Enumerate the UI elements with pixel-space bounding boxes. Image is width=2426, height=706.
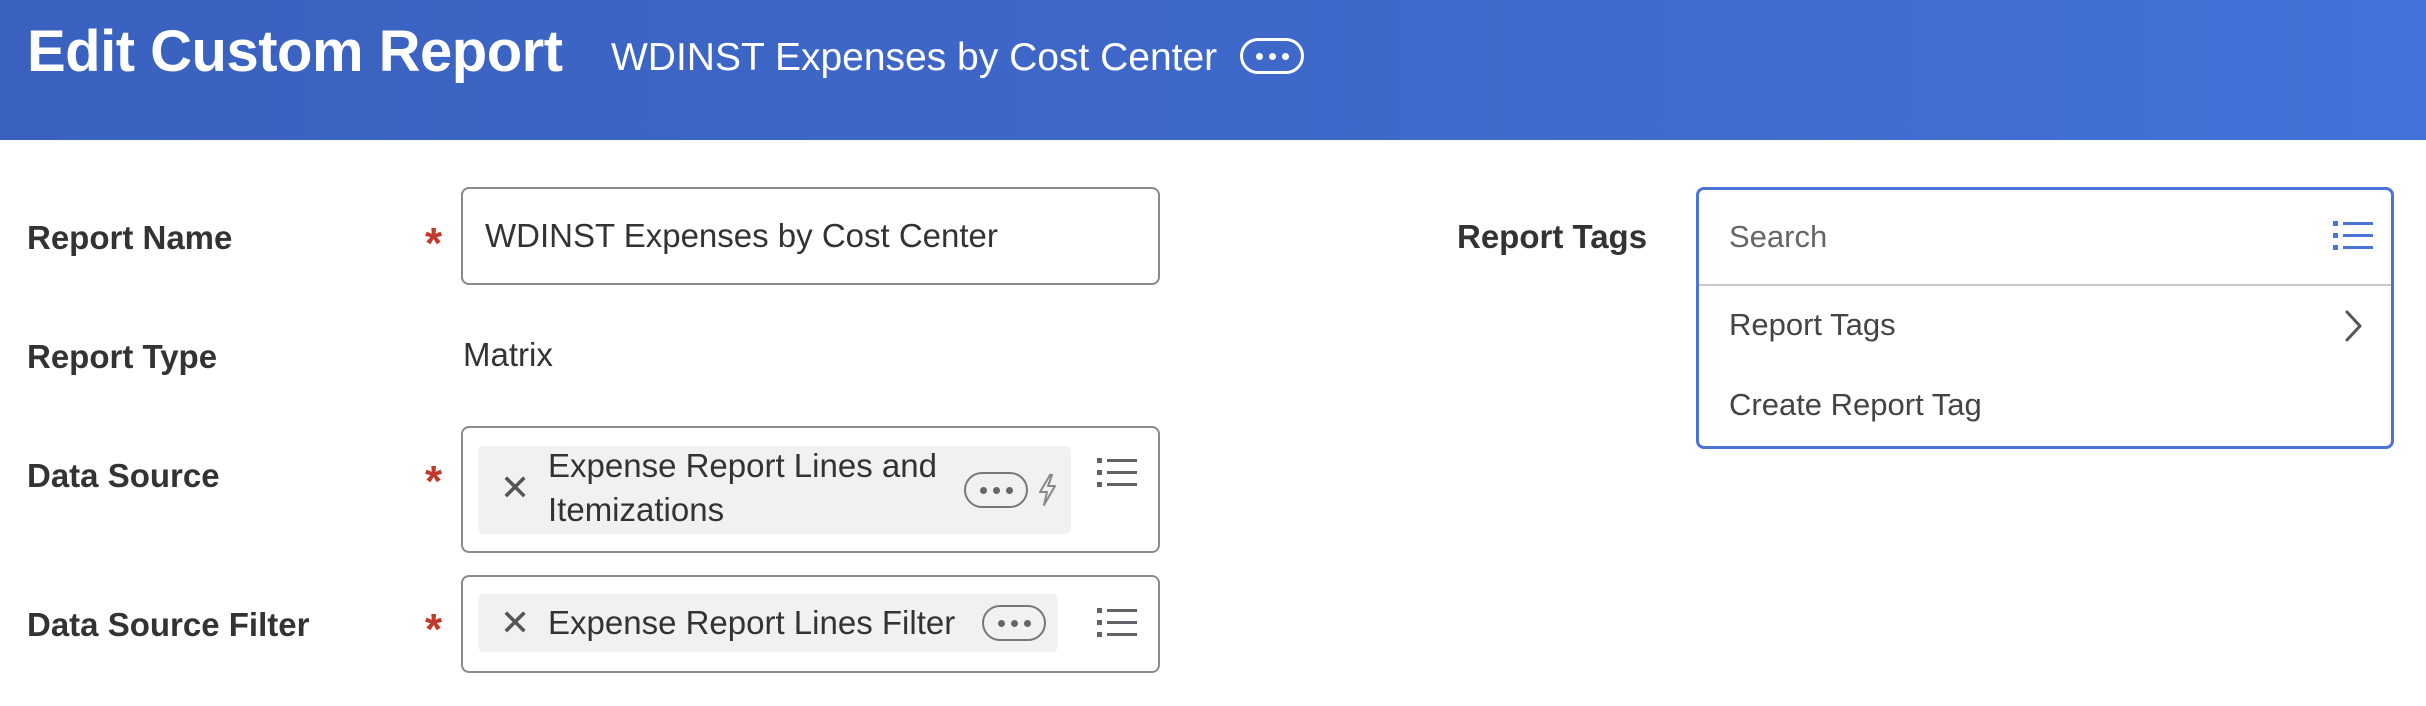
report-name-heading: WDINST Expenses by Cost Center	[611, 36, 1218, 79]
data-source-selected-line1: Expense Report Lines and	[548, 447, 937, 484]
list-prompt-icon[interactable]	[1097, 606, 1137, 640]
data-source-filter-selected-text: Expense Report Lines Filter	[548, 604, 956, 641]
page-title: Edit Custom Report	[27, 19, 563, 84]
page-header: Edit Custom Report WDINST Expenses by Co…	[0, 0, 2426, 140]
data-source-filter-more-button[interactable]	[982, 605, 1046, 641]
related-actions-button[interactable]	[1240, 38, 1304, 74]
report-tags-search-area	[1699, 190, 2391, 286]
report-type-value: Matrix	[463, 336, 553, 373]
list-prompt-icon[interactable]	[1097, 456, 1137, 490]
required-indicator: *	[425, 605, 443, 654]
ellipsis-icon	[992, 486, 1000, 494]
data-source-selected-line2: Itemizations	[548, 491, 725, 528]
ellipsis-icon	[997, 619, 1005, 627]
data-source-filter-label: Data Source Filter	[27, 606, 310, 643]
remove-x-icon[interactable]: ✕	[500, 470, 530, 506]
report-tags-search-input[interactable]	[1729, 210, 2289, 264]
ellipsis-icon	[979, 486, 987, 494]
data-source-prompt[interactable]: ✕ Expense Report Lines and Itemizations	[461, 426, 1160, 553]
required-indicator: *	[425, 457, 443, 506]
ellipsis-icon	[1281, 52, 1289, 60]
data-source-label: Data Source	[27, 457, 220, 494]
data-source-more-button[interactable]	[964, 472, 1028, 508]
ellipsis-icon	[1005, 486, 1013, 494]
ellipsis-icon	[1023, 619, 1031, 627]
report-tags-prompt: Report Tags Create Report Tag	[1696, 187, 2394, 449]
data-source-filter-prompt[interactable]: ✕ Expense Report Lines Filter	[461, 575, 1160, 673]
ellipsis-icon	[1268, 52, 1276, 60]
report-tags-option-report-tags[interactable]: Report Tags	[1729, 307, 1896, 343]
chevron-right-icon[interactable]	[2343, 309, 2365, 343]
report-type-label: Report Type	[27, 338, 218, 375]
data-source-selected-pill: ✕ Expense Report Lines and Itemizations	[478, 446, 1071, 534]
remove-x-icon[interactable]: ✕	[500, 605, 530, 641]
report-tags-option-create[interactable]: Create Report Tag	[1729, 387, 1982, 423]
required-indicator: *	[425, 219, 443, 268]
report-name-label: Report Name	[27, 219, 233, 256]
data-source-filter-selected-pill: ✕ Expense Report Lines Filter	[478, 594, 1058, 652]
report-name-input[interactable]: WDINST Expenses by Cost Center	[461, 187, 1160, 285]
lightning-bolt-icon	[1039, 474, 1056, 506]
ellipsis-icon	[1255, 52, 1263, 60]
report-tags-label: Report Tags	[1457, 218, 1648, 255]
ellipsis-icon	[1010, 619, 1018, 627]
list-prompt-icon[interactable]	[2333, 219, 2373, 253]
